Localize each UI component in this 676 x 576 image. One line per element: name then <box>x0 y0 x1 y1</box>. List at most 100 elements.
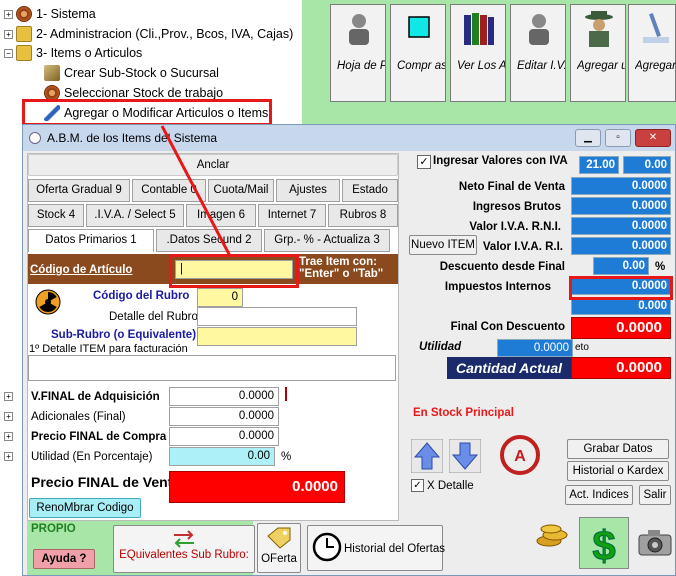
tab-rubros[interactable]: Rubros 8 <box>328 204 398 227</box>
ingresar-iva-checkbox[interactable]: ✓ <box>417 155 431 169</box>
vfinal-input[interactable]: 0.0000 <box>169 387 279 406</box>
tab-grp-actualiza[interactable]: Grp.- % - Actualiza 3 <box>264 229 390 252</box>
adicionales-input[interactable]: 0.0000 <box>169 407 279 426</box>
utilidad-input[interactable]: 0.00 <box>169 447 275 466</box>
tree-collapsed-item[interactable]: + <box>4 406 16 426</box>
renombrar-button[interactable]: RenoMbrar Codigo <box>29 498 141 518</box>
tree-item-administracion[interactable]: + 2- Administracion (Cli.,Prov., Bcos, I… <box>4 24 293 44</box>
vfinal-label: V.FINAL de Adquisición <box>31 391 160 403</box>
iva-rate-field[interactable]: 21.00 <box>579 156 619 174</box>
tree-item-label: Seleccionar Stock de trabajo <box>64 86 224 100</box>
final-desc-label: Final Con Descuento <box>450 321 565 333</box>
tab-oferta-gradual[interactable]: Oferta Gradual 9 <box>28 179 130 202</box>
iva-value-field[interactable]: 0.00 <box>623 156 671 174</box>
down-arrow-icon[interactable] <box>449 439 481 473</box>
dollar-button[interactable]: $ <box>579 517 629 570</box>
up-arrow-icon[interactable] <box>411 439 443 473</box>
ingresar-iva-label: Ingresar Valores con IVA <box>433 155 568 167</box>
open-folder-icon <box>16 45 32 61</box>
collapse-icon[interactable]: − <box>4 48 13 58</box>
descuento-field[interactable]: 0.00 <box>593 257 649 275</box>
svg-text:A: A <box>514 448 526 465</box>
tree-item-label: 1- Sistema <box>36 7 96 21</box>
tree-collapsed-item[interactable]: + <box>4 426 16 446</box>
tree-item-sistema[interactable]: + 1- Sistema <box>4 4 96 24</box>
tree-collapsed-item[interactable]: + <box>4 386 16 406</box>
tab-cuota-mail[interactable]: Cuota/Mail <box>208 179 274 202</box>
final-desc-field[interactable]: 0.0000 <box>571 317 671 339</box>
tab-internet[interactable]: Internet 7 <box>258 204 326 227</box>
precio-compra-input[interactable]: 0.0000 <box>169 427 279 446</box>
equivalentes-button[interactable]: EQuivalentes Sub Rubro: <box>113 525 255 573</box>
tab-ajustes[interactable]: Ajustes <box>276 179 340 202</box>
historial-kardex-button[interactable]: Historial o Kardex <box>567 461 669 481</box>
gear-icon <box>16 6 32 22</box>
expand-icon[interactable]: + <box>4 431 13 441</box>
detalle-item-label: 1º Detalle ITEM para facturación <box>29 343 188 355</box>
tree-item-label: 2- Administracion (Cli.,Prov., Bcos, IVA… <box>36 27 294 41</box>
toolbar-button-agregar-modificar[interactable]: Agregar o Modific <box>628 4 676 102</box>
detalle-rubro-field[interactable] <box>197 307 357 326</box>
impuestos-label: Impuestos Internos <box>444 281 551 293</box>
ingresos-field[interactable]: 0.0000 <box>571 197 671 215</box>
precio-venta-field[interactable]: 0.0000 <box>169 471 345 503</box>
tab-imagen[interactable]: Imagen 6 <box>186 204 256 227</box>
salir-button[interactable]: Salir <box>639 485 671 505</box>
neto-field[interactable]: 0.0000 <box>571 177 671 195</box>
tips-logo-icon[interactable]: A <box>493 435 547 475</box>
oferta-button[interactable]: OFerta <box>257 523 301 573</box>
tree-collapsed-item[interactable]: + <box>4 446 16 466</box>
window-icon <box>29 132 41 144</box>
tab-iva-select[interactable]: .I.V.A. / Select 5 <box>86 204 184 227</box>
codigo-rubro-label: Código del Rubro <box>93 290 190 302</box>
tree-item-label: 3- Items o Articulos <box>36 46 143 60</box>
folder-icon <box>16 26 32 42</box>
grabar-datos-button[interactable]: Grabar Datos <box>567 439 669 459</box>
highlight-box <box>169 254 299 288</box>
utilidad-right-field[interactable]: 0.0000 <box>497 339 573 357</box>
expand-icon[interactable]: + <box>4 451 13 461</box>
camera-icon[interactable] <box>637 527 673 557</box>
toolbar-button-agregar-asiento[interactable]: Agregar un Asiento <box>570 4 626 102</box>
toolbar-button-hoja-balance[interactable]: Hoja de Pre Balanc <box>330 4 386 102</box>
toolbar-button-compras[interactable]: Compr as o Gastos <box>390 4 446 102</box>
clock-icon <box>312 532 342 562</box>
historial-ofertas-button[interactable]: Historial del Ofertas <box>307 525 445 571</box>
detalle-item-input[interactable] <box>28 355 396 381</box>
books-icon <box>464 13 494 45</box>
nuevo-item-button[interactable]: Nuevo ITEM <box>409 235 477 255</box>
tab-estado[interactable]: Estado <box>342 179 398 202</box>
minimize-button[interactable]: ▁ <box>575 129 601 147</box>
en-stock-label: En Stock Principal <box>413 407 514 419</box>
tree-item-crear-substock[interactable]: Crear Sub-Stock o Sucursal <box>44 63 219 83</box>
toolbar-button-ver-articulos[interactable]: Ver Los Articulo s por <box>450 4 506 102</box>
expand-icon[interactable]: + <box>4 391 13 401</box>
highlight-box <box>22 99 272 126</box>
close-button[interactable]: ✕ <box>635 129 671 147</box>
act-indices-button[interactable]: Act. Indices <box>565 485 633 505</box>
iva-rni-field[interactable]: 0.0000 <box>571 217 671 235</box>
restore-button[interactable]: ▫ <box>605 129 631 147</box>
subrubro-input[interactable] <box>197 327 357 346</box>
toolbar-button-editar-iva[interactable]: Editar I.V.A. Compr <box>510 4 566 102</box>
svg-text:$: $ <box>592 522 615 568</box>
cantidad-label: Cantidad Actual <box>447 357 571 379</box>
cantidad-field[interactable]: 0.0000 <box>571 357 671 379</box>
iva-ri-field[interactable]: 0.0000 <box>571 237 671 255</box>
tab-datos-secund[interactable]: .Datos Secund 2 <box>156 229 262 252</box>
expand-icon[interactable]: + <box>4 29 13 39</box>
tab-stock[interactable]: Stock 4 <box>28 204 84 227</box>
expand-icon[interactable]: + <box>4 411 13 421</box>
neto-suffix: eto <box>575 342 589 353</box>
codigo-rubro-input[interactable]: 0 <box>197 288 243 307</box>
ayuda-button[interactable]: Ayuda ? <box>33 549 95 569</box>
tab-contable[interactable]: Contable 0 <box>132 179 206 202</box>
coins-icon[interactable] <box>535 521 569 551</box>
tab-datos-primarios[interactable]: Datos Primarios 1 <box>28 229 154 252</box>
arrows-icon <box>174 530 194 548</box>
anclar-button[interactable]: Anclar <box>28 154 398 176</box>
expand-icon[interactable]: + <box>4 9 13 19</box>
tree-item-items[interactable]: − 3- Items o Articulos <box>4 43 142 63</box>
x-detalle-checkbox[interactable]: ✓ <box>411 479 424 492</box>
person-icon <box>529 14 549 45</box>
